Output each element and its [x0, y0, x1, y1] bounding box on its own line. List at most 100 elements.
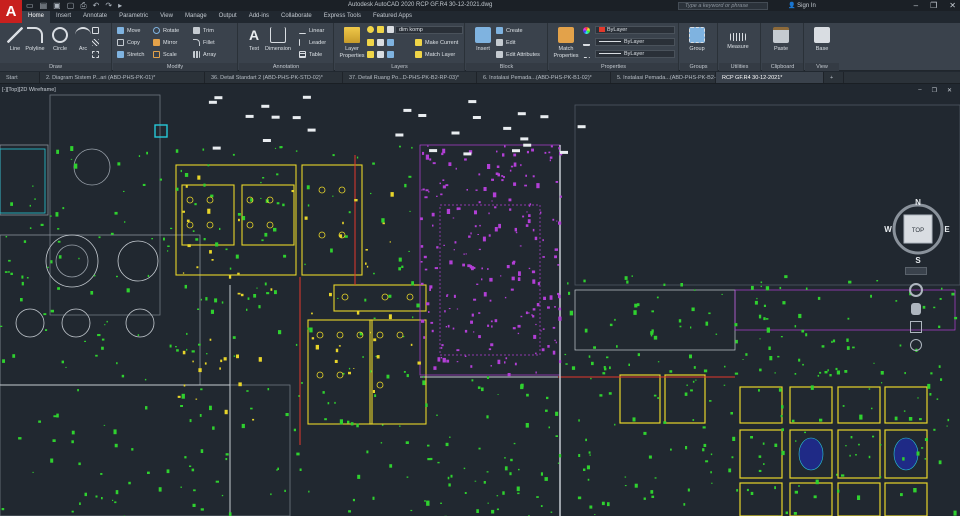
full-navigation-wheel-icon[interactable]	[909, 283, 923, 297]
scale-tool[interactable]: Scale	[153, 51, 177, 58]
mirror-tool[interactable]: Mirror	[153, 39, 177, 46]
drawing-viewport[interactable]: [-][Top][2D Wireframe] – ❐ ✕ TOP N S E W	[0, 85, 960, 516]
annotation-panel-label[interactable]: Annotation	[239, 63, 333, 71]
layer-freeze-icon[interactable]	[377, 26, 384, 33]
viewport-close-icon[interactable]: ✕	[947, 87, 952, 94]
layer-properties-tool[interactable]: Layer Properties	[337, 27, 367, 59]
draw-panel-label[interactable]: Draw	[0, 63, 111, 71]
create-block-tool[interactable]: Create	[496, 27, 523, 34]
edit-block-tool[interactable]: Edit	[496, 39, 515, 46]
tab-output[interactable]: Output	[213, 11, 243, 23]
view-panel-label[interactable]: View	[805, 63, 839, 71]
zoom-extents-icon[interactable]	[910, 321, 922, 333]
boundary-tool[interactable]	[92, 51, 99, 58]
groups-panel-label[interactable]: Groups	[680, 63, 717, 71]
utilities-panel-label[interactable]: Utilities	[719, 63, 760, 71]
base-view-tool[interactable]: Base	[807, 27, 837, 52]
copy-tool[interactable]: Copy	[117, 39, 140, 46]
share-icon[interactable]: ▸	[118, 1, 122, 11]
dimension-tool[interactable]: Dimension	[261, 27, 295, 52]
tab-annotate[interactable]: Annotate	[77, 11, 113, 23]
array-tool[interactable]: Array	[193, 51, 216, 58]
viewport-minimize-icon[interactable]: –	[918, 87, 921, 94]
layer-freeze2-icon[interactable]	[367, 51, 374, 58]
table-tool[interactable]: Table	[299, 51, 322, 58]
clipboard-panel-label[interactable]: Clipboard	[762, 63, 803, 71]
maximize-icon[interactable]: ❐	[930, 1, 937, 10]
layer-walk-icon[interactable]	[387, 51, 394, 58]
new-icon[interactable]: ▭	[26, 1, 34, 11]
color-picker-icon[interactable]	[583, 27, 590, 34]
doc-tab-detail-standart[interactable]: 36. Detail Standart 2 (ABD-PHS-PK-STD-02…	[205, 72, 343, 83]
tab-home[interactable]: Home	[22, 11, 51, 23]
doc-tab-start[interactable]: Start	[0, 72, 40, 83]
viewport-label[interactable]: [-][Top][2D Wireframe]	[2, 87, 56, 93]
linetype-icon[interactable]	[583, 51, 590, 58]
lineweight-dropdown[interactable]: ByLayer	[595, 38, 675, 46]
modify-panel-label[interactable]: Modify	[113, 63, 237, 71]
doc-tab-instalasi-b2[interactable]: 5. Instalasi Pemada...(ABD-PHS-PK-B2-01)…	[611, 72, 726, 83]
hatch-tool[interactable]	[92, 39, 99, 46]
tab-view[interactable]: View	[154, 11, 179, 23]
edit-attributes-tool[interactable]: Edit Attributes	[496, 51, 540, 58]
viewcube[interactable]: TOP N S E W	[884, 197, 952, 269]
fixture-mark	[537, 282, 541, 286]
layer-off-icon[interactable]	[367, 39, 374, 46]
pan-icon[interactable]	[911, 303, 921, 315]
layer-unisolate-icon[interactable]	[387, 39, 394, 46]
match-properties-tool[interactable]: Match Properties	[551, 27, 581, 59]
layer-lock-icon[interactable]	[387, 26, 394, 33]
tab-featured-apps[interactable]: Featured Apps	[367, 11, 418, 23]
layer-lock2-icon[interactable]	[377, 51, 384, 58]
lineweight-icon[interactable]	[583, 39, 590, 46]
trim-tool[interactable]: Trim	[193, 27, 214, 34]
rectangle-tool[interactable]	[92, 27, 99, 34]
save-icon[interactable]: ▣	[53, 1, 61, 11]
signin-button[interactable]: 👤 Sign In	[788, 2, 816, 9]
color-dropdown[interactable]: ByLayer	[595, 26, 675, 34]
plot-icon[interactable]: ⎙	[80, 1, 86, 11]
new-tab-button[interactable]: +	[824, 72, 844, 83]
leader-tool[interactable]: Leader	[299, 39, 326, 46]
open-icon[interactable]: ▤	[40, 1, 48, 11]
search-input[interactable]: Type a keyword or phrase	[678, 2, 768, 10]
minimize-icon[interactable]: –	[914, 1, 918, 10]
linetype-dropdown[interactable]: ByLayer	[595, 50, 675, 58]
layer-on-icon[interactable]	[367, 26, 374, 33]
tab-insert[interactable]: Insert	[50, 11, 77, 23]
make-current-tool[interactable]: Make Current	[415, 39, 458, 46]
doc-tab-detail-ruang[interactable]: 37. Detail Ruang Po...D-PHS-PK-B2-RP-03)…	[343, 72, 477, 83]
wcs-menu-button[interactable]	[905, 267, 927, 275]
tab-express-tools[interactable]: Express Tools	[318, 11, 367, 23]
rotate-tool[interactable]: Rotate	[153, 27, 179, 34]
redo-icon[interactable]: ↷	[105, 1, 112, 11]
orbit-icon[interactable]	[910, 339, 922, 351]
tab-manage[interactable]: Manage	[179, 11, 213, 23]
match-layer-tool[interactable]: Match Layer	[415, 51, 455, 58]
group-tool[interactable]: Group	[682, 27, 712, 52]
cad-drawing-canvas[interactable]	[0, 85, 960, 516]
doc-tab-diagram[interactable]: 2. Diagram Sistem P...ari (ABD-PHS-PK-01…	[40, 72, 205, 83]
viewport-restore-icon[interactable]: ❐	[932, 87, 937, 94]
properties-panel-label[interactable]: Properties	[549, 63, 678, 71]
stretch-tool[interactable]: Stretch	[117, 51, 144, 58]
tab-addins[interactable]: Add-ins	[243, 11, 275, 23]
undo-icon[interactable]: ↶	[93, 1, 100, 11]
linear-tool[interactable]: Linear	[299, 27, 324, 34]
autocad-logo[interactable]: A	[0, 0, 22, 24]
tab-collaborate[interactable]: Collaborate	[275, 11, 318, 23]
tab-parametric[interactable]: Parametric	[113, 11, 154, 23]
close-icon[interactable]: ✕	[949, 1, 956, 10]
current-layer-dropdown[interactable]: dim komp	[395, 26, 463, 34]
layers-panel-label[interactable]: Layers	[335, 63, 464, 71]
saveas-icon[interactable]: ▢	[67, 1, 75, 11]
paste-tool[interactable]: Paste	[766, 27, 796, 52]
insert-tool[interactable]: Insert	[468, 27, 498, 52]
doc-tab-rcp-active[interactable]: RCP GF.R4 30-12-2021*	[716, 72, 824, 83]
doc-tab-instalasi-b1[interactable]: 6. Instalasi Pemada...(ABD-PHS-PK-B1-02)…	[477, 72, 611, 83]
layer-isolate-icon[interactable]	[377, 39, 384, 46]
move-tool[interactable]: Move	[117, 27, 140, 34]
measure-tool[interactable]: Measure	[723, 27, 753, 50]
fillet-tool[interactable]: Fillet	[193, 39, 215, 46]
block-panel-label[interactable]: Block	[466, 63, 547, 71]
